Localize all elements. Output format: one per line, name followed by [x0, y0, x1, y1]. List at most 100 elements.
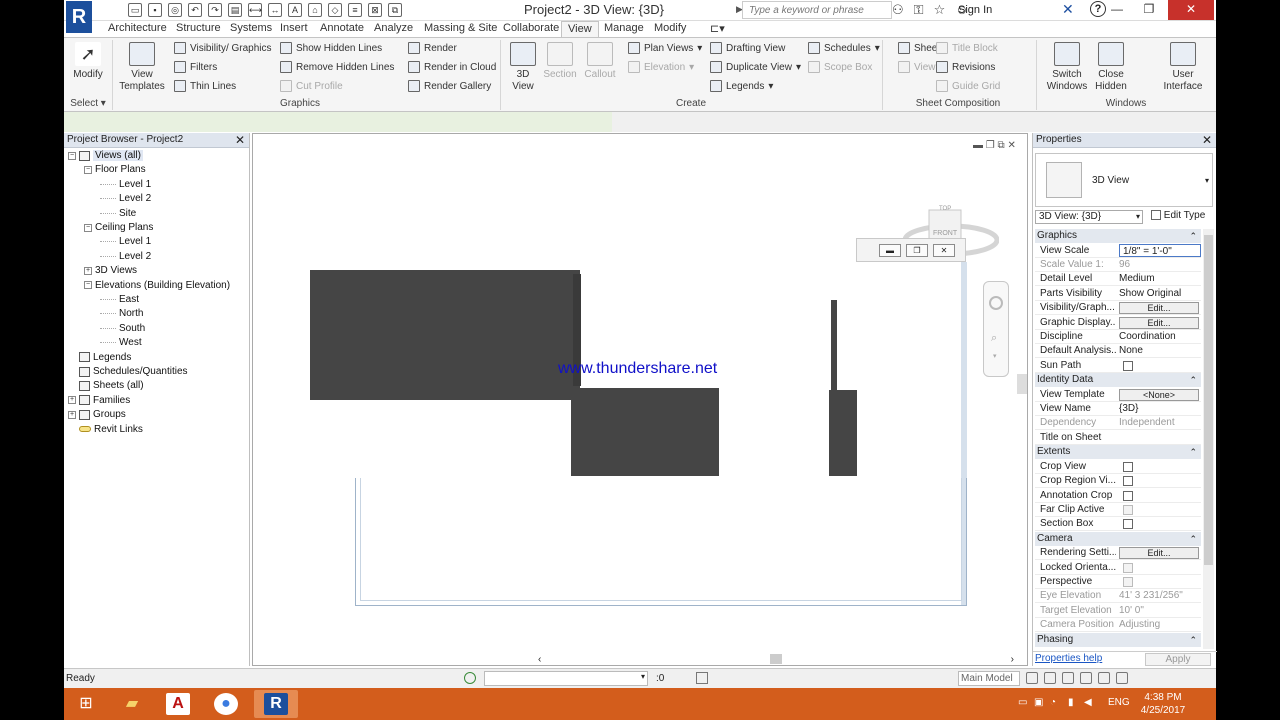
section-icon[interactable]: ◇ — [328, 3, 342, 17]
switch-windows-icon[interactable]: ⧉ — [388, 3, 402, 17]
close-hidden-icon[interactable]: ⊠ — [368, 3, 382, 17]
collapse-icon[interactable]: − — [84, 165, 92, 174]
property-checkbox[interactable] — [1123, 519, 1133, 530]
print-icon[interactable]: ▤ — [228, 3, 242, 17]
properties-help-link[interactable]: Properties help — [1035, 653, 1102, 664]
viewcube-top-label[interactable]: TOP — [939, 206, 951, 212]
sheet-button[interactable]: Sheet — [898, 42, 940, 54]
design-option-dropdown[interactable]: Main Model — [958, 671, 1020, 686]
tab-insert[interactable]: Insert — [274, 21, 314, 35]
cut-profile-button[interactable]: Cut Profile — [280, 80, 343, 92]
apply-button[interactable]: Apply — [1145, 653, 1211, 666]
tree-item[interactable]: − Elevations (Building Elevation) — [84, 280, 230, 291]
filter-icon[interactable] — [696, 672, 708, 684]
thin-lines-button[interactable]: Thin Lines — [174, 80, 236, 92]
callout-button[interactable]: Callout — [582, 42, 618, 81]
subscription-icon[interactable]: ⚿ — [914, 2, 924, 18]
ribbon-minimize-icon[interactable]: ⊏▾ — [704, 21, 731, 36]
tray-signal-icon[interactable]: ▮ — [1068, 697, 1074, 708]
collapse-group-icon[interactable]: ⌃ — [1189, 373, 1197, 387]
vertical-scrollbar[interactable] — [1017, 374, 1027, 394]
tree-item[interactable]: Sheets (all) — [68, 380, 144, 391]
thin-lines-icon[interactable]: ≡ — [348, 3, 362, 17]
sign-in-button[interactable]: Sign In — [958, 4, 992, 16]
tray-volume-icon[interactable]: ◀ — [1084, 697, 1092, 708]
collapse-group-icon[interactable]: ⌃ — [1189, 633, 1197, 647]
collapse-group-icon[interactable]: ⌃ — [1189, 445, 1197, 459]
render-in-cloud-button[interactable]: Render in Cloud — [408, 61, 496, 73]
sync-icon[interactable]: ◎ — [168, 3, 182, 17]
default-3d-icon[interactable]: ⌂ — [308, 3, 322, 17]
tree-item[interactable]: Level 2 — [100, 251, 151, 262]
tab-architecture[interactable]: Architecture — [102, 21, 173, 35]
guide-grid-button[interactable]: Guide Grid — [936, 80, 1000, 92]
property-value[interactable]: Medium — [1119, 272, 1201, 285]
tree-item[interactable]: − Ceiling Plans — [84, 222, 153, 233]
open-icon[interactable]: ▭ — [128, 3, 142, 17]
tree-item[interactable]: Level 1 — [100, 236, 151, 247]
link-select-icon[interactable] — [1026, 672, 1038, 684]
title-block-button[interactable]: Title Block — [936, 42, 998, 54]
face-select-icon[interactable] — [1080, 672, 1092, 684]
filters-button[interactable]: Filters — [174, 61, 217, 73]
tree-item[interactable]: Schedules/Quantities — [68, 366, 188, 377]
expand-icon[interactable]: + — [68, 410, 76, 419]
minimize-button[interactable]: — — [1100, 0, 1134, 20]
collapse-icon[interactable]: − — [68, 151, 76, 160]
modify-button[interactable]: ➚ Modify — [70, 42, 106, 81]
property-value[interactable]: None — [1119, 344, 1201, 357]
property-checkbox[interactable] — [1123, 360, 1133, 371]
drag-select-icon[interactable] — [1098, 672, 1110, 684]
tree-item[interactable]: +3D Views — [84, 265, 137, 276]
tab-annotate[interactable]: Annotate — [314, 21, 370, 35]
tree-item[interactable]: Legends — [68, 352, 131, 363]
tab-manage[interactable]: Manage — [598, 21, 650, 35]
restore-view-icon[interactable]: ❐ — [986, 140, 995, 151]
show-hidden-lines-button[interactable]: Show Hidden Lines — [280, 42, 382, 54]
property-checkbox[interactable] — [1123, 490, 1133, 501]
exchange-apps-icon[interactable]: ✕ — [1062, 1, 1074, 18]
tray-network-icon[interactable]: ▭ — [1018, 697, 1027, 708]
view-scale-input[interactable]: 1/8" = 1'-0" — [1119, 243, 1201, 257]
close-icon[interactable]: ✕ — [933, 244, 955, 257]
measure-icon[interactable]: ⟷ — [248, 3, 262, 17]
start-button[interactable]: ⊞ — [64, 690, 108, 718]
tab-massing-site[interactable]: Massing & Site — [418, 21, 503, 35]
binoculars-icon[interactable]: ⚇ — [892, 2, 904, 18]
save-icon[interactable]: ▪ — [148, 3, 162, 17]
tree-item[interactable]: Revit Links — [68, 424, 143, 435]
3d-view-button[interactable]: 3D View — [506, 42, 540, 93]
select-panel-title[interactable]: Select ▾ — [68, 98, 108, 109]
taskbar-revit[interactable]: R — [254, 690, 298, 718]
minimize-view-icon[interactable]: ▬ — [973, 140, 983, 151]
search-input[interactable]: Type a keyword or phrase — [742, 1, 892, 19]
close-icon[interactable]: ✕ — [235, 133, 245, 147]
tree-item[interactable]: − Views (all) — [68, 150, 143, 161]
restore-button[interactable]: ❐ — [1132, 0, 1166, 20]
worksets-icon[interactable] — [464, 672, 476, 684]
schedules-button[interactable]: Schedules ▾ — [808, 42, 880, 54]
viewcube-front-label[interactable]: FRONT — [933, 230, 957, 237]
property-edit-button[interactable]: Edit... — [1119, 316, 1199, 329]
tree-item[interactable]: West — [100, 337, 142, 348]
3d-view-canvas[interactable]: ▬ ❐ ⧉ ✕ TOP FRONT ⌕ ▾ www.thundershare.n… — [252, 133, 1028, 666]
tab-systems[interactable]: Systems — [224, 21, 278, 35]
system-clock[interactable]: 4:38 PM 4/25/2017 — [1136, 691, 1190, 717]
properties-scrollbar[interactable] — [1203, 229, 1214, 649]
floating-view-window-titlebar[interactable]: ▬ ❐ ✕ — [856, 238, 966, 262]
property-value[interactable]: Show Original — [1119, 287, 1201, 300]
close-icon[interactable]: ✕ — [1202, 133, 1212, 147]
taskbar-file-explorer[interactable]: ▰ — [110, 690, 154, 718]
property-group-header[interactable]: Camera ⌃ — [1035, 531, 1201, 546]
zoom-icon[interactable]: ⌕ — [991, 332, 997, 345]
workset-dropdown[interactable]: ▾ — [484, 671, 648, 686]
wall-segment[interactable] — [571, 388, 719, 476]
maximize-view-icon[interactable]: ⧉ — [998, 140, 1005, 151]
remove-hidden-lines-button[interactable]: Remove Hidden Lines — [280, 61, 394, 73]
property-value[interactable]: {3D} — [1119, 402, 1201, 415]
edit-type-button[interactable]: Edit Type — [1151, 210, 1205, 221]
instance-filter-dropdown[interactable]: 3D View: {3D} ▾ — [1035, 210, 1143, 224]
pinned-select-icon[interactable] — [1062, 672, 1074, 684]
legends-button[interactable]: Legends ▾ — [710, 80, 773, 92]
property-checkbox[interactable] — [1123, 476, 1133, 487]
